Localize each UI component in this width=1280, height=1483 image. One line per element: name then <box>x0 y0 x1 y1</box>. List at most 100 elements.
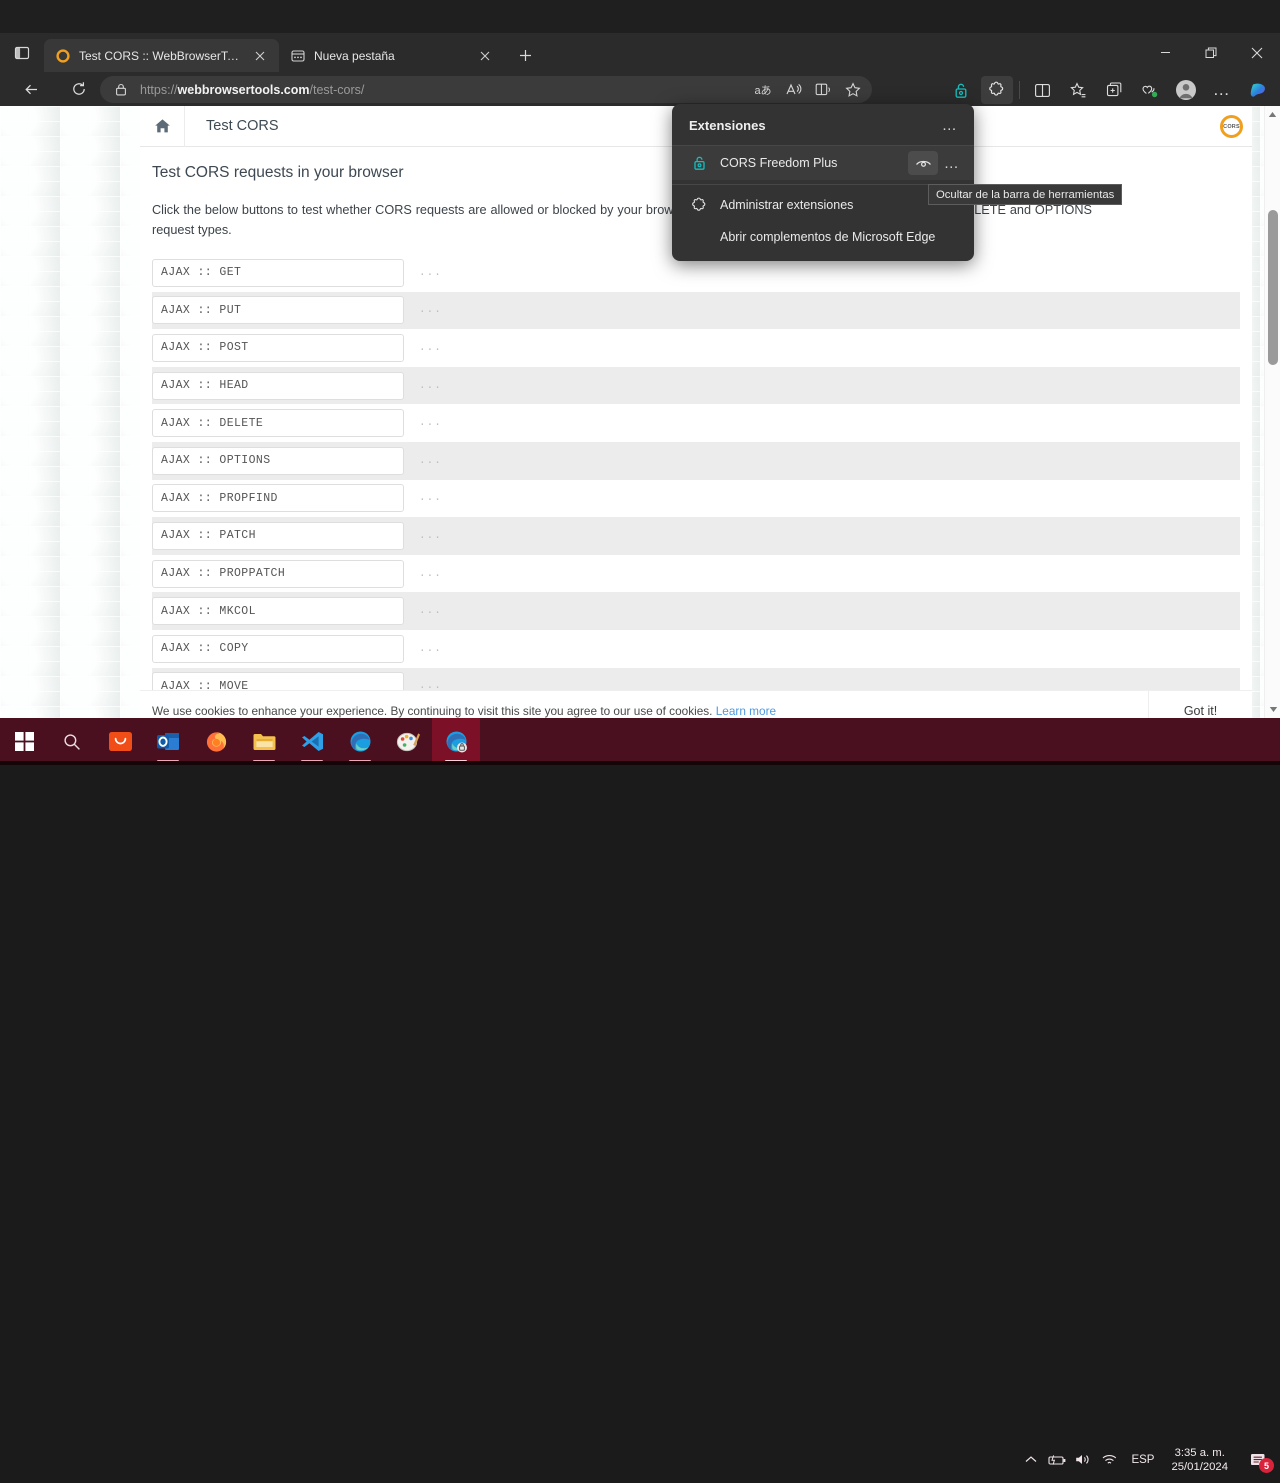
tab-label: Test CORS :: WebBrowserTools <box>79 48 241 63</box>
profile-avatar-icon[interactable] <box>1170 76 1202 104</box>
extension-item-label: CORS Freedom Plus <box>720 156 838 170</box>
ajax-test-rows: AJAX :: GET... AJAX :: PUT... AJAX :: POST… <box>152 254 1240 706</box>
extension-item-cors-freedom-plus[interactable]: CORS Freedom Plus … <box>672 146 974 180</box>
edge-browser-window: Test CORS :: WebBrowserTools Nueva pesta… <box>0 0 1280 718</box>
search-button[interactable] <box>48 718 96 765</box>
extensions-flyout-panel: Extensiones … CORS Freedom Plus … Admini… <box>672 104 974 261</box>
cookie-learn-more-link[interactable]: Learn more <box>716 704 776 718</box>
ajax-request-button[interactable]: AJAX :: POST <box>152 333 404 362</box>
ajax-test-row: AJAX :: PATCH... <box>152 517 1240 555</box>
ajax-row-status: ... <box>419 417 442 430</box>
extension-item-more-icon[interactable]: … <box>938 151 966 175</box>
clock-date: 25/01/2024 <box>1171 1460 1228 1473</box>
ajax-row-status: ... <box>419 266 442 279</box>
ajax-request-button[interactable]: AJAX :: OPTIONS <box>152 446 404 475</box>
tab-nueva-pestana[interactable]: Nueva pestaña <box>279 39 504 72</box>
new-tab-button[interactable] <box>510 40 540 70</box>
hide-eye-icon[interactable] <box>908 151 938 175</box>
copilot-icon[interactable] <box>1242 76 1274 104</box>
notifications-button[interactable]: 5 <box>1236 1436 1280 1483</box>
ajax-test-row: AJAX :: DELETE... <box>152 404 1240 442</box>
cookie-text: We use cookies to enhance your experienc… <box>140 704 1148 718</box>
taskbar-firefox[interactable] <box>192 718 240 765</box>
close-icon[interactable] <box>474 45 496 67</box>
cookie-accept-button[interactable]: Got it! <box>1148 690 1252 718</box>
scrollbar-thumb[interactable] <box>1268 210 1278 365</box>
read-aloud-icon[interactable] <box>778 78 808 102</box>
ajax-test-row: AJAX :: COPY... <box>152 630 1240 668</box>
split-screen-icon[interactable] <box>1026 76 1058 104</box>
ajax-request-button[interactable]: AJAX :: HEAD <box>152 371 404 400</box>
ajax-row-status: ... <box>419 492 442 505</box>
toolbar-divider <box>1019 81 1020 99</box>
collections-icon[interactable] <box>1062 76 1094 104</box>
teal-padlock-icon <box>689 153 709 173</box>
ajax-request-button[interactable]: AJAX :: DELETE <box>152 409 404 438</box>
taskbar-file-explorer[interactable] <box>240 718 288 765</box>
clock[interactable]: 3:35 a. m. 25/01/2024 <box>1163 1446 1236 1474</box>
tab-strip: Test CORS :: WebBrowserTools Nueva pesta… <box>0 33 1280 72</box>
ajax-request-button[interactable]: AJAX :: PROPPATCH <box>152 559 404 588</box>
taskbar-edge[interactable] <box>336 718 384 765</box>
ajax-request-button[interactable]: AJAX :: COPY <box>152 634 404 663</box>
ajax-request-button[interactable]: AJAX :: PATCH <box>152 521 404 550</box>
taskbar-edge-active[interactable] <box>432 718 480 765</box>
ajax-row-status: ... <box>419 379 442 392</box>
close-icon[interactable] <box>249 45 271 67</box>
settings-more-icon[interactable]: … <box>1206 76 1238 104</box>
back-arrow-icon[interactable] <box>14 74 48 104</box>
home-icon[interactable] <box>140 106 185 147</box>
ajax-request-button[interactable]: AJAX :: GET <box>152 258 404 287</box>
omnibox-actions: aあ <box>748 78 868 102</box>
chevron-up-icon[interactable] <box>1018 1436 1044 1483</box>
wifi-icon[interactable] <box>1096 1436 1122 1483</box>
language-indicator[interactable]: ESP <box>1122 1454 1163 1466</box>
ajax-request-button[interactable]: AJAX :: PUT <box>152 296 404 325</box>
volume-icon[interactable] <box>1070 1436 1096 1483</box>
extensions-panel-more-icon[interactable]: … <box>936 113 964 137</box>
taskbar-vscode[interactable] <box>288 718 336 765</box>
cors-freedom-plus-extension-icon[interactable] <box>945 76 977 104</box>
ajax-test-row: AJAX :: OPTIONS... <box>152 441 1240 480</box>
ajax-request-button[interactable]: AJAX :: PROPFIND <box>152 484 404 513</box>
scroll-down-arrow-icon[interactable] <box>1265 701 1280 718</box>
taskbar-shopping-app[interactable] <box>96 718 144 765</box>
restore-icon[interactable] <box>1188 33 1234 72</box>
open-edge-addons-item[interactable]: Abrir complementos de Microsoft Edge <box>672 221 974 253</box>
translate-icon[interactable]: aあ <box>748 78 778 102</box>
ajax-test-row: AJAX :: PUT... <box>152 291 1240 330</box>
hide-from-toolbar-tooltip: Ocultar de la barra de herramientas <box>928 184 1123 205</box>
browser-extras-icon[interactable] <box>1134 76 1166 104</box>
minimize-icon[interactable] <box>1142 33 1188 72</box>
ajax-row-status: ... <box>419 529 442 542</box>
ajax-request-button[interactable]: AJAX :: MKCOL <box>152 597 404 626</box>
taskbar-paint[interactable] <box>384 718 432 765</box>
page-scrollbar[interactable] <box>1264 106 1280 718</box>
cookie-message: We use cookies to enhance your experienc… <box>152 703 713 718</box>
start-button[interactable] <box>0 718 48 765</box>
ajax-test-row: AJAX :: PROPPATCH... <box>152 555 1240 593</box>
address-bar[interactable]: https://webbrowsertools.com/test-cors/ a… <box>100 76 872 103</box>
notification-count-badge: 5 <box>1259 1458 1274 1473</box>
add-favorite-icon[interactable] <box>838 78 868 102</box>
tab-test-cors[interactable]: Test CORS :: WebBrowserTools <box>44 39 279 72</box>
ajax-test-row: AJAX :: MKCOL... <box>152 592 1240 630</box>
browser-essentials-icon[interactable] <box>1098 76 1130 104</box>
url-text: https://webbrowsertools.com/test-cors/ <box>140 82 365 97</box>
cors-ring-favicon <box>55 48 71 64</box>
refresh-icon[interactable] <box>62 74 96 104</box>
lock-icon[interactable] <box>112 81 130 99</box>
ajax-test-row: AJAX :: HEAD... <box>152 366 1240 405</box>
close-icon[interactable] <box>1234 33 1280 72</box>
tab-search-icon[interactable] <box>0 33 44 72</box>
page-title: Test CORS <box>206 118 279 134</box>
ajax-test-row: AJAX :: POST... <box>152 329 1240 367</box>
extensions-puzzle-icon[interactable] <box>981 76 1013 104</box>
system-tray: ESP 3:35 a. m. 25/01/2024 5 <box>1018 1436 1280 1483</box>
tab-label: Nueva pestaña <box>314 48 395 63</box>
immersive-reader-icon[interactable] <box>808 78 838 102</box>
battery-icon[interactable] <box>1044 1436 1070 1483</box>
taskbar-outlook[interactable] <box>144 718 192 765</box>
ajax-row-status: ... <box>419 454 442 467</box>
scroll-up-arrow-icon[interactable] <box>1265 106 1280 123</box>
